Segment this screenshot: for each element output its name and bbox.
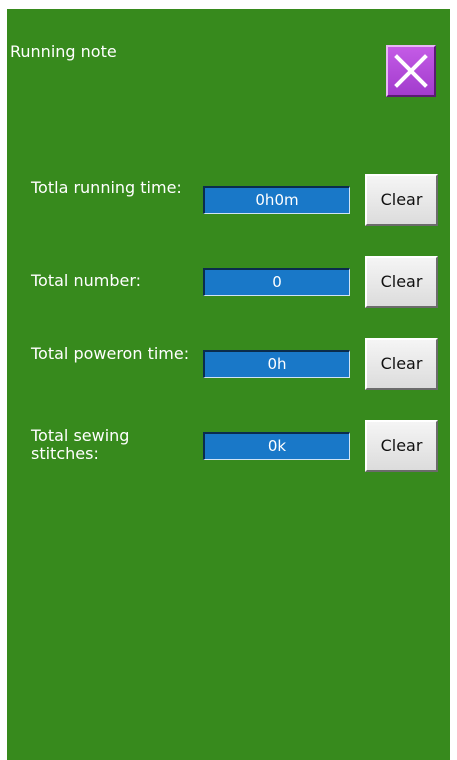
close-button[interactable] [386, 45, 436, 97]
close-x-icon [394, 54, 428, 88]
clear-sewing-stitches-button[interactable]: Clear [365, 420, 438, 472]
total-sewing-stitches-value: 0k [203, 432, 350, 460]
running-note-screen: Running note Totla running time: 0h0m Cl… [7, 9, 450, 760]
total-number-label: Total number: [31, 271, 142, 290]
total-sewing-stitches-label: Total sewing stitches: [31, 426, 130, 463]
total-running-time-label: Totla running time: [31, 178, 182, 197]
total-number-value: 0 [203, 268, 350, 296]
total-running-time-value: 0h0m [203, 186, 350, 214]
clear-running-time-button[interactable]: Clear [365, 174, 438, 226]
page-title: Running note [10, 42, 117, 61]
total-poweron-time-value: 0h [203, 350, 350, 378]
total-poweron-time-label: Total poweron time: [31, 344, 190, 363]
clear-total-number-button[interactable]: Clear [365, 256, 438, 308]
clear-poweron-time-button[interactable]: Clear [365, 338, 438, 390]
